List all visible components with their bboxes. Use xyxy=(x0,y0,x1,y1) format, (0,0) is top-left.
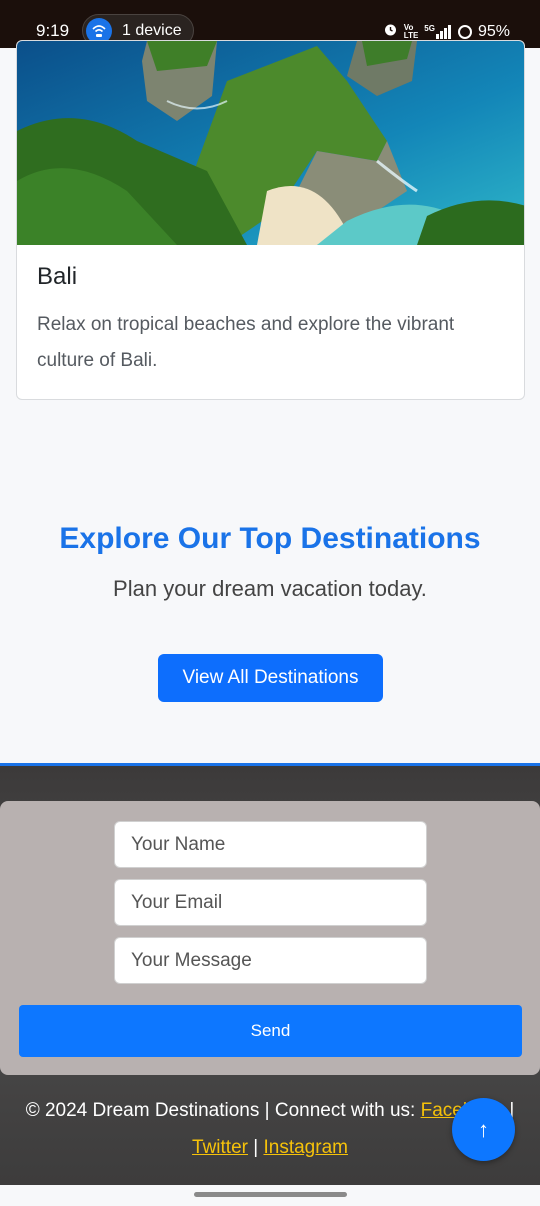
status-time: 9:19 xyxy=(36,21,70,40)
arrow-up-icon: ↑ xyxy=(478,1116,489,1142)
gesture-nav-bar xyxy=(0,1185,540,1206)
copyright-text: © 2024 Dream Destinations | Connect with… xyxy=(25,1100,416,1121)
bali-image xyxy=(17,41,524,245)
name-field[interactable]: Your Name xyxy=(114,821,427,868)
destination-card: Bali Relax on tropical beaches and explo… xyxy=(16,40,525,400)
hotspot-label: 1 device xyxy=(122,21,182,39)
volte-icon: Vo LTE xyxy=(403,23,419,40)
status-icons: Vo LTE 5G 95% xyxy=(383,22,510,42)
instagram-link[interactable]: Instagram xyxy=(263,1137,347,1158)
battery-level: 95% xyxy=(477,23,510,40)
twitter-link[interactable]: Twitter xyxy=(192,1137,248,1158)
view-all-destinations-button[interactable]: View All Destinations xyxy=(158,654,383,702)
footer-separator: | xyxy=(253,1137,259,1158)
scroll-to-top-button[interactable]: ↑ xyxy=(452,1098,515,1161)
card-title: Bali xyxy=(37,263,78,290)
email-field[interactable]: Your Email xyxy=(114,879,427,926)
message-field[interactable]: Your Message xyxy=(114,937,427,984)
send-button[interactable]: Send xyxy=(19,1005,522,1057)
card-description: Relax on tropical beaches and explore th… xyxy=(37,314,455,371)
contact-form: Your Name Your Email Your Message Send xyxy=(0,801,540,1075)
cta-title: Explore Our Top Destinations xyxy=(59,522,481,555)
signal-icon: 5G xyxy=(424,25,452,39)
alarm-icon xyxy=(383,22,398,42)
gesture-handle[interactable] xyxy=(194,1192,347,1197)
cta-subtitle: Plan your dream vacation today. xyxy=(113,576,427,601)
battery-icon xyxy=(457,25,472,39)
